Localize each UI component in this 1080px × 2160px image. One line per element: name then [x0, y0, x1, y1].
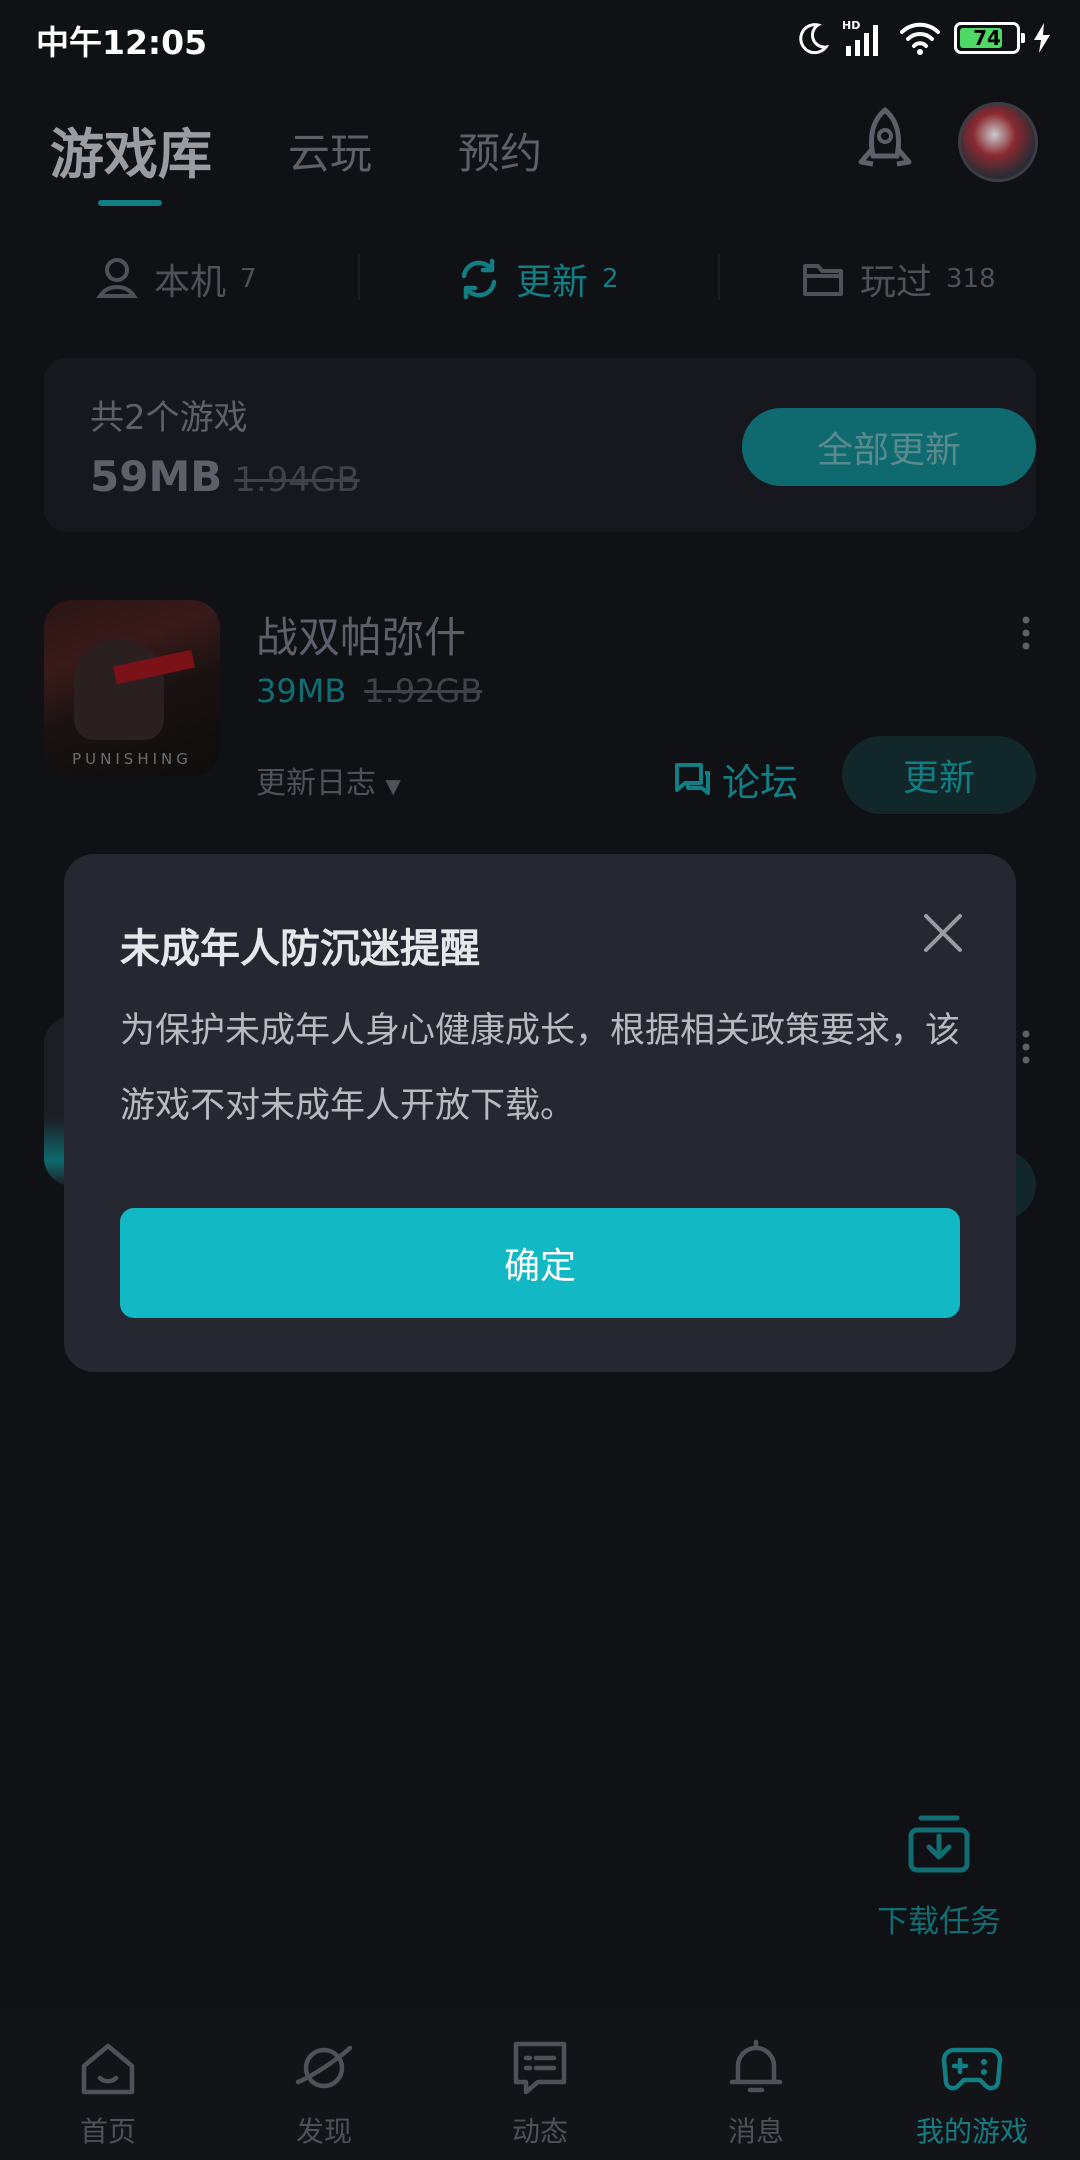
moon-icon [799, 23, 830, 55]
subtab-update[interactable]: 更新 2 [456, 254, 619, 304]
nav-discover[interactable]: 发现 [216, 2010, 432, 2160]
game-size: 39MB 1.92GB [256, 672, 482, 710]
forum-label: 论坛 [722, 761, 799, 805]
nav-feed[interactable]: 动态 [432, 2010, 648, 2160]
game-icon[interactable]: PUNISHING [44, 600, 220, 776]
subtab-local[interactable]: 本机 7 [94, 254, 257, 304]
network-type-label: HD [842, 19, 860, 32]
subtab-played[interactable]: 玩过 318 [800, 254, 996, 304]
battery-indicator: 74 [954, 22, 1025, 54]
game-original-size: 1.92GB [364, 672, 483, 710]
gamepad-icon [941, 2047, 1003, 2091]
nav-home[interactable]: 首页 [0, 2010, 216, 2160]
divider [718, 254, 720, 300]
nav-feed-label: 动态 [511, 2115, 568, 2148]
download-task-button[interactable]: 下载任务 [842, 1780, 1036, 1960]
subtab-played-label: 玩过 [860, 262, 933, 303]
forum-link[interactable]: 论坛 [672, 752, 798, 807]
nav-messages[interactable]: 消息 [648, 2010, 864, 2160]
game-count-text: 共2个游戏 [90, 398, 248, 438]
subtab-update-label: 更新 [516, 262, 589, 303]
user-avatar[interactable] [958, 102, 1038, 182]
signal-icon: HD [842, 19, 878, 56]
subtab-local-label: 本机 [154, 262, 227, 303]
changelog-label: 更新日志 [256, 766, 376, 801]
download-icon [908, 1815, 970, 1873]
caret-down-icon: ▼ [385, 774, 401, 798]
charging-icon [1034, 23, 1050, 53]
divider [358, 254, 360, 300]
more-icon[interactable] [1020, 616, 1032, 650]
anti-addiction-dialog: 未成年人防沉迷提醒 为保护未成年人身心健康成长，根据相关政策要求，该游戏不对未成… [64, 854, 1016, 1372]
nav-my-games-label: 我的游戏 [915, 2115, 1028, 2148]
total-original-size: 1.94GB [234, 460, 360, 500]
device-icon [96, 258, 138, 298]
status-bar: 中午12:05 HD 74 [0, 0, 1080, 72]
status-time: 中午12:05 [36, 23, 208, 62]
update-summary-card: 共2个游戏 59MB 1.94GB 全部更新 [44, 358, 1036, 532]
forum-icon [675, 762, 710, 795]
close-icon[interactable] [918, 908, 968, 958]
active-tab-indicator [98, 200, 162, 206]
download-task-label: 下载任务 [877, 1904, 1001, 1940]
update-all-button[interactable]: 全部更新 [742, 408, 1036, 486]
chat-icon [513, 2041, 567, 2095]
refresh-icon [461, 258, 497, 300]
tab-cloud-play[interactable]: 云玩 [288, 120, 372, 181]
subtab-update-count: 2 [602, 264, 619, 294]
nav-my-games[interactable]: 我的游戏 [864, 2010, 1080, 2160]
subtab-local-count: 7 [240, 264, 257, 294]
game-name[interactable]: 战双帕弥什 [256, 604, 466, 665]
planet-icon [295, 2045, 353, 2089]
battery-level: 74 [973, 26, 1001, 50]
home-icon [81, 2043, 135, 2095]
total-size-value: 59MB [90, 452, 223, 501]
nav-messages-label: 消息 [727, 2115, 784, 2148]
tab-game-library[interactable]: 游戏库 [50, 110, 212, 189]
nav-home-label: 首页 [79, 2115, 136, 2148]
update-button[interactable]: 更新 [842, 736, 1036, 814]
rocket-icon[interactable] [852, 106, 918, 186]
changelog-toggle[interactable]: 更新日志 ▼ [256, 758, 401, 802]
wifi-icon [900, 22, 940, 55]
bottom-navigation: 首页 发现 动态 消息 我的游戏 [0, 2010, 1080, 2160]
nav-discover-label: 发现 [295, 2115, 352, 2148]
game-icon-watermark: PUNISHING [72, 750, 192, 768]
confirm-button[interactable]: 确定 [120, 1208, 960, 1318]
more-icon[interactable] [1020, 1030, 1032, 1064]
game-size-value: 39MB [256, 672, 347, 710]
bell-icon [729, 2039, 783, 2093]
dialog-title: 未成年人防沉迷提醒 [120, 926, 480, 972]
dialog-message: 为保护未成年人身心健康成长，根据相关政策要求，该游戏不对未成年人开放下载。 [120, 1011, 961, 1126]
folder-icon [803, 264, 843, 296]
total-size: 59MB 1.94GB [90, 452, 360, 501]
subtab-played-count: 318 [946, 264, 996, 294]
tab-reservation[interactable]: 预约 [458, 120, 542, 181]
status-icons: HD 74 [796, 18, 1052, 58]
